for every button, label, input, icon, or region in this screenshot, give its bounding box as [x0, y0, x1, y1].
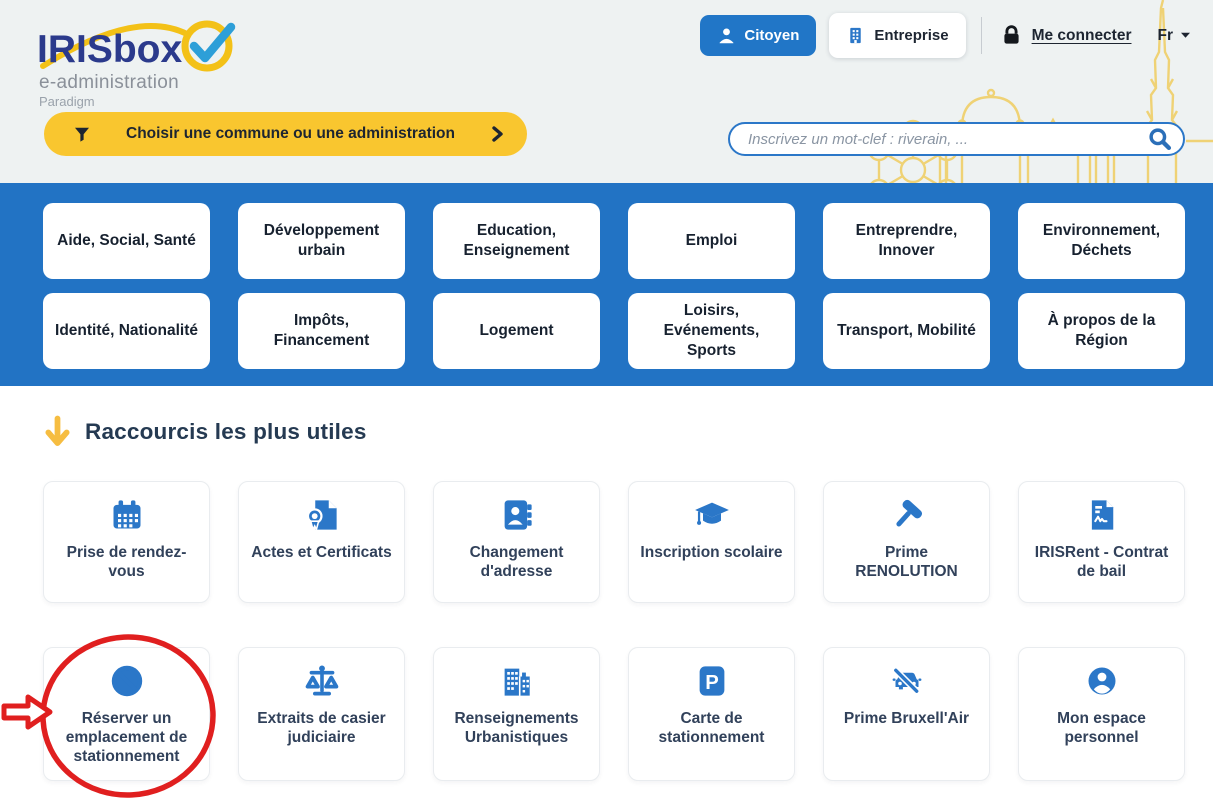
- category-label: Aide, Social, Santé: [57, 232, 196, 249]
- category-label: Entreprendre, Innover: [856, 222, 958, 259]
- certificate-icon: [304, 497, 340, 533]
- logo-wordmark: IRISbox: [37, 28, 182, 71]
- category-label: Loisirs, Evénements, Sports: [664, 302, 760, 359]
- shortcut-label: Mon espace personnel: [1028, 710, 1175, 748]
- shortcut-card-actes-certificats[interactable]: Actes et Certificats: [238, 481, 405, 603]
- shortcut-card-prime-bruxellair[interactable]: Prime Bruxell'Air: [823, 647, 990, 781]
- down-arrow-icon: [45, 414, 70, 450]
- logo-subtitle: e-administration: [39, 72, 179, 94]
- search-input[interactable]: [730, 131, 1147, 148]
- category-band: Aide, Social, Santé Développement urbain…: [0, 183, 1213, 386]
- language-selector[interactable]: Fr: [1158, 27, 1192, 45]
- calendar-icon: [109, 497, 145, 533]
- shortcut-label: Prise de rendez-vous: [53, 544, 200, 582]
- scales-icon: [304, 663, 340, 699]
- category-loisirs-evenements-sports[interactable]: Loisirs, Evénements, Sports: [628, 293, 795, 369]
- shortcut-label: Réserver un emplacement de stationnement: [53, 710, 200, 767]
- category-grid: Aide, Social, Santé Développement urbain…: [43, 203, 1185, 369]
- chevron-right-icon: [490, 125, 505, 143]
- login-label: Me connecter: [1032, 27, 1132, 45]
- caret-down-icon: [1180, 32, 1191, 39]
- person-icon: [717, 26, 736, 45]
- category-label: Environnement, Déchets: [1043, 222, 1160, 259]
- city-icon: [499, 663, 535, 699]
- category-environnement-dechets[interactable]: Environnement, Déchets: [1018, 203, 1185, 279]
- graduation-cap-icon: [694, 497, 730, 533]
- shortcut-label: Changement d'adresse: [443, 544, 590, 582]
- shortcut-card-inscription-scolaire[interactable]: Inscription scolaire: [628, 481, 795, 603]
- no-car-icon: [889, 663, 925, 699]
- shortcut-label: Prime RENOLUTION: [833, 544, 980, 582]
- category-label: Transport, Mobilité: [837, 322, 976, 339]
- category-developpement-urbain[interactable]: Développement urbain: [238, 203, 405, 279]
- choose-commune-label: Choisir une commune ou une administratio…: [91, 125, 490, 143]
- category-emploi[interactable]: Emploi: [628, 203, 795, 279]
- shortcut-card-reserver-stationnement[interactable]: Réserver un emplacement de stationnement: [43, 647, 210, 781]
- category-label: Logement: [479, 322, 553, 339]
- shortcut-card-changement-adresse[interactable]: Changement d'adresse: [433, 481, 600, 603]
- category-label: Emploi: [686, 232, 738, 249]
- category-identite-nationalite[interactable]: Identité, Nationalité: [43, 293, 210, 369]
- shortcuts-heading: Raccourcis les plus utiles: [45, 413, 367, 451]
- category-aide-social-sante[interactable]: Aide, Social, Santé: [43, 203, 210, 279]
- citoyen-label: Citoyen: [744, 27, 799, 44]
- category-label: Impôts, Financement: [274, 312, 370, 349]
- shortcut-label: Renseignements Urbanistiques: [443, 710, 590, 748]
- shortcut-label: Extraits de casier judiciaire: [248, 710, 395, 748]
- shortcut-card-renseignements-urbanistiques[interactable]: Renseignements Urbanistiques: [433, 647, 600, 781]
- topbar: Citoyen Entreprise: [700, 13, 1191, 58]
- no-entry-icon: [109, 663, 145, 699]
- header: IRISbox e-administration Paradigm Citoye…: [0, 0, 1213, 183]
- lock-icon: [1000, 24, 1023, 47]
- user-circle-icon: [1084, 663, 1120, 699]
- shortcut-card-carte-stationnement[interactable]: P Carte de stationnement: [628, 647, 795, 781]
- category-impots-financement[interactable]: Impôts, Financement: [238, 293, 405, 369]
- category-label: À propos de la Région: [1048, 312, 1156, 349]
- logo-byline: Paradigm: [39, 94, 95, 109]
- shortcuts-grid: Prise de rendez-vous Actes et Certificat…: [43, 481, 1185, 781]
- irisbox-logo-art: IRISbox: [35, 6, 275, 76]
- shortcut-label: IRISRent - Contrat de bail: [1028, 544, 1175, 582]
- shortcut-label: Carte de stationnement: [638, 710, 785, 748]
- search-icon[interactable]: [1147, 126, 1173, 152]
- shortcut-card-irisrent[interactable]: IRISRent - Contrat de bail: [1018, 481, 1185, 603]
- category-education-enseignement[interactable]: Education, Enseignement: [433, 203, 600, 279]
- category-label: Identité, Nationalité: [55, 322, 198, 339]
- entreprise-button[interactable]: Entreprise: [829, 13, 965, 58]
- topbar-divider: [981, 17, 982, 54]
- building-icon: [846, 26, 865, 45]
- category-label: Education, Enseignement: [464, 222, 570, 259]
- login-link[interactable]: Me connecter: [1000, 24, 1132, 47]
- citoyen-button[interactable]: Citoyen: [700, 15, 816, 56]
- shortcuts-title: Raccourcis les plus utiles: [85, 419, 367, 445]
- parking-icon: P: [694, 663, 730, 699]
- shortcut-card-casier-judiciaire[interactable]: Extraits de casier judiciaire: [238, 647, 405, 781]
- category-logement[interactable]: Logement: [433, 293, 600, 369]
- shortcut-label: Inscription scolaire: [640, 544, 782, 563]
- shortcut-card-prime-renolution[interactable]: Prime RENOLUTION: [823, 481, 990, 603]
- contract-icon: [1084, 497, 1120, 533]
- shortcut-card-rendez-vous[interactable]: Prise de rendez-vous: [43, 481, 210, 603]
- shortcut-card-espace-personnel[interactable]: Mon espace personnel: [1018, 647, 1185, 781]
- choose-commune-button[interactable]: Choisir une commune ou une administratio…: [44, 112, 527, 156]
- irisbox-homepage: IRISbox e-administration Paradigm Citoye…: [0, 0, 1213, 810]
- hammer-icon: [889, 497, 925, 533]
- filter-icon: [73, 125, 91, 144]
- svg-text:P: P: [705, 672, 719, 694]
- category-a-propos-region[interactable]: À propos de la Région: [1018, 293, 1185, 369]
- language-label: Fr: [1158, 27, 1174, 45]
- category-label: Développement urbain: [264, 222, 379, 259]
- entreprise-label: Entreprise: [874, 27, 948, 44]
- shortcut-label: Prime Bruxell'Air: [844, 710, 969, 729]
- search-bar: [728, 122, 1185, 156]
- shortcut-label: Actes et Certificats: [251, 544, 391, 563]
- category-entreprendre-innover[interactable]: Entreprendre, Innover: [823, 203, 990, 279]
- irisbox-logo[interactable]: IRISbox e-administration Paradigm: [35, 6, 275, 116]
- category-transport-mobilite[interactable]: Transport, Mobilité: [823, 293, 990, 369]
- address-book-icon: [499, 497, 535, 533]
